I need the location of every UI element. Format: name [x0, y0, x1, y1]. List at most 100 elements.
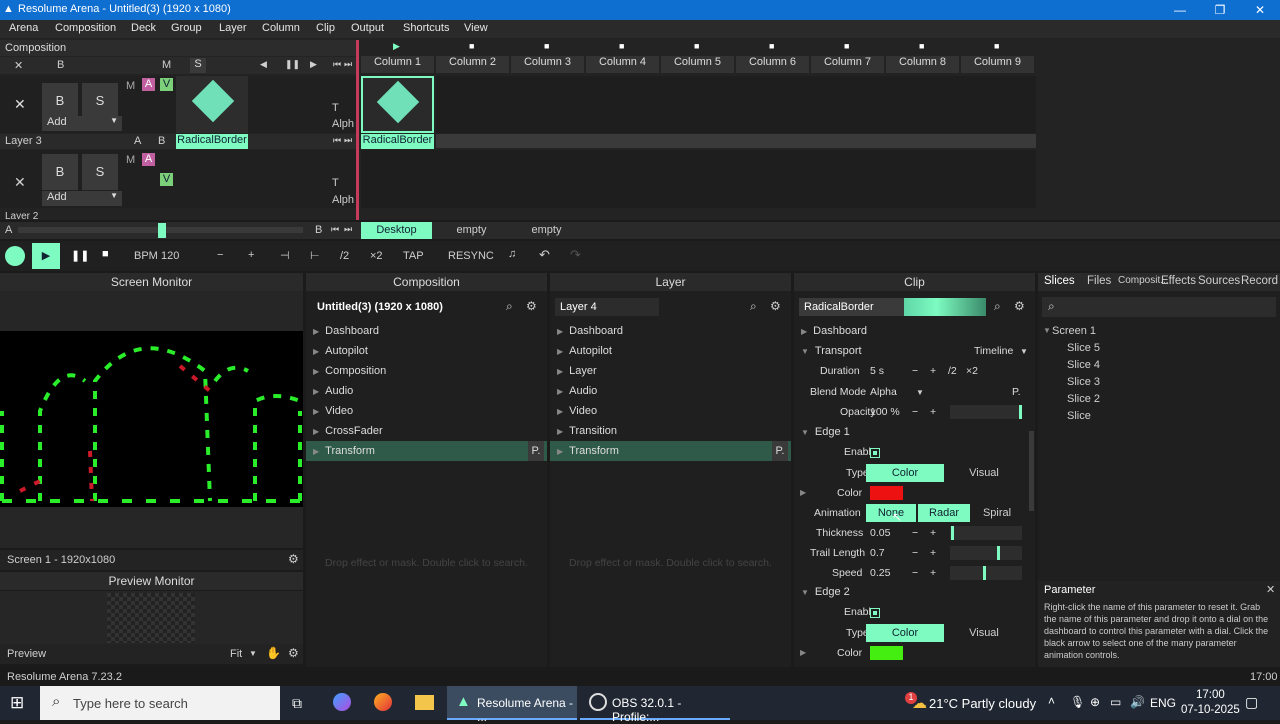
trail-plus-button[interactable]: + — [930, 543, 936, 563]
triangle-right-icon[interactable]: ▶ — [800, 648, 806, 657]
layer-4-m-button[interactable]: M — [126, 80, 135, 92]
opacity-slider[interactable] — [950, 405, 1022, 419]
deck-tab-empty-1[interactable]: empty — [436, 222, 507, 239]
chevron-down-icon[interactable]: ▼ — [1020, 347, 1028, 356]
windows-start-icon[interactable]: ⊞ — [10, 693, 24, 713]
slice-item[interactable]: Slice — [1067, 410, 1091, 422]
column-5-header[interactable]: Column 5 — [661, 56, 734, 73]
task-view-icon[interactable]: ⧉ — [292, 695, 302, 712]
edge-2-color-swatch[interactable] — [870, 646, 903, 660]
gear-icon[interactable]: ⚙ — [1014, 299, 1025, 313]
layer-3-t-button[interactable]: T — [332, 177, 339, 189]
chevron-down-icon[interactable]: ▼ — [916, 388, 924, 397]
tab-files[interactable]: Files — [1087, 275, 1111, 287]
layer-item-audio[interactable]: ▶ Audio — [550, 381, 791, 401]
file-explorer-icon[interactable] — [415, 695, 434, 710]
column-3-stop-icon[interactable]: ■ — [544, 41, 549, 51]
menu-shortcuts[interactable]: Shortcuts — [403, 22, 449, 34]
opacity-value[interactable]: 100 % — [870, 402, 900, 422]
clip-name-field[interactable]: RadicalBorder — [799, 298, 904, 316]
menu-output[interactable]: Output — [351, 22, 384, 34]
nudge-forward-icon[interactable]: ⊢ — [310, 249, 320, 262]
edge-2-type-visual-button[interactable]: Visual — [946, 624, 1022, 642]
edge-1-color-label[interactable]: Color — [837, 483, 862, 503]
slices-screen-1[interactable]: Screen 1 — [1052, 325, 1096, 337]
skip-forward-icon[interactable]: ⏭ — [344, 135, 352, 146]
column-9-header[interactable]: Column 9 — [961, 56, 1034, 73]
weather-icon[interactable]: ☁ — [912, 694, 927, 712]
duration-plus-button[interactable]: + — [930, 361, 936, 381]
thickness-label[interactable]: Thickness — [816, 523, 863, 543]
duration-half-button[interactable]: /2 — [948, 361, 957, 381]
transform-p-button[interactable]: P. — [772, 441, 788, 461]
crossfader-handle[interactable] — [158, 223, 166, 238]
slices-search-input[interactable]: ⌕ — [1042, 297, 1276, 317]
taskbar-obs-app[interactable]: OBS 32.0.1 - Profile:... — [580, 686, 730, 724]
column-4-header[interactable]: Column 4 — [586, 56, 659, 73]
transform-p-button[interactable]: P. — [528, 441, 544, 461]
blend-mode-label[interactable]: Blend Mode — [810, 382, 866, 402]
layer-item-transition[interactable]: ▶ Transition — [550, 421, 791, 441]
fit-dropdown[interactable]: Fit — [230, 648, 242, 660]
chevron-down-icon[interactable]: ▼ — [249, 649, 257, 658]
chevron-up-icon[interactable]: ˄ — [1048, 694, 1055, 708]
opacity-plus-button[interactable]: + — [930, 402, 936, 422]
composition-s-button[interactable]: S — [190, 58, 206, 73]
layer-4-v-button[interactable]: V — [160, 78, 173, 91]
timeline-dropdown[interactable]: Timeline — [974, 341, 1013, 361]
edge-1-enable-checkbox[interactable] — [870, 448, 880, 458]
gear-icon[interactable]: ⚙ — [288, 552, 299, 566]
notification-icon[interactable]: ▢ — [1245, 694, 1258, 711]
battery-icon[interactable]: ▭ — [1110, 695, 1121, 709]
search-icon[interactable]: ⌕ — [750, 299, 757, 314]
layer-4-t-button[interactable]: T — [332, 102, 339, 114]
speed-label[interactable]: Speed — [832, 563, 862, 583]
slice-item[interactable]: Slice 2 — [1067, 393, 1100, 405]
trail-minus-button[interactable]: − — [912, 543, 918, 563]
duration-double-button[interactable]: ×2 — [966, 361, 978, 381]
skip-forward-icon[interactable]: ⏭ — [344, 59, 352, 70]
trail-length-label[interactable]: Trail Length — [810, 543, 865, 563]
weather-text[interactable]: 21°C Partly cloudy — [929, 696, 1036, 711]
column-6-header[interactable]: Column 6 — [736, 56, 809, 73]
close-window-button[interactable]: ✕ — [1240, 0, 1280, 20]
bpm-increase-button[interactable]: + — [248, 249, 254, 261]
column-1-header[interactable]: Column 1 — [361, 56, 434, 73]
speed-minus-button[interactable]: − — [912, 563, 918, 583]
layer-4-bypass-button[interactable]: B — [42, 83, 78, 119]
layer-4-a-button[interactable]: A — [142, 78, 155, 91]
taskbar-resolume-app[interactable]: ▲ Resolume Arena - ... — [447, 686, 577, 724]
column-2-header[interactable]: Column 2 — [436, 56, 509, 73]
column-5-stop-icon[interactable]: ■ — [694, 41, 699, 51]
clip-item-dashboard[interactable]: ▶ Dashboard — [801, 321, 867, 341]
prev-column-icon[interactable]: ◀ — [260, 59, 267, 70]
layer-3-clear-button[interactable]: ✕ — [14, 174, 26, 191]
menu-column[interactable]: Column — [262, 22, 300, 34]
language-indicator[interactable]: ENG — [1150, 696, 1176, 710]
edge-2-enable-checkbox[interactable] — [870, 608, 880, 618]
nudge-back-icon[interactable]: ⊣ — [280, 249, 290, 262]
layer-3-add-dropdown[interactable]: Add ▼ — [42, 191, 122, 206]
search-icon[interactable]: ⌕ — [506, 299, 513, 314]
trail-length-slider[interactable] — [950, 546, 1022, 560]
thickness-minus-button[interactable]: − — [912, 523, 918, 543]
slice-item[interactable]: Slice 4 — [1067, 359, 1100, 371]
layer-3-solo-button[interactable]: S — [82, 154, 118, 190]
menu-view[interactable]: View — [464, 22, 488, 34]
speed-slider[interactable] — [950, 566, 1022, 580]
edge-2-section[interactable]: ▼ Edge 2 — [801, 582, 850, 602]
column-3-header[interactable]: Column 3 — [511, 56, 584, 73]
layer-item-autopilot[interactable]: ▶ Autopilot — [550, 341, 791, 361]
microphone-icon[interactable]: 🎙 — [1070, 695, 1085, 709]
triangle-right-icon[interactable]: ▶ — [800, 488, 806, 497]
thickness-value[interactable]: 0.05 — [870, 523, 890, 543]
edge-1-animation-label[interactable]: Animation — [814, 503, 861, 523]
composition-clear-button[interactable]: ✕ — [14, 59, 23, 72]
layer-item-video[interactable]: ▶ Video — [550, 401, 791, 421]
column-2-stop-icon[interactable]: ■ — [469, 41, 474, 51]
metronome-icon[interactable]: ♫ — [508, 248, 516, 260]
layer-3-crossfade-b[interactable]: B — [158, 135, 165, 147]
triangle-down-icon[interactable]: ▼ — [1043, 326, 1051, 335]
firefox-icon[interactable] — [374, 693, 392, 711]
edge-1-section[interactable]: ▼ Edge 1 — [801, 422, 850, 442]
